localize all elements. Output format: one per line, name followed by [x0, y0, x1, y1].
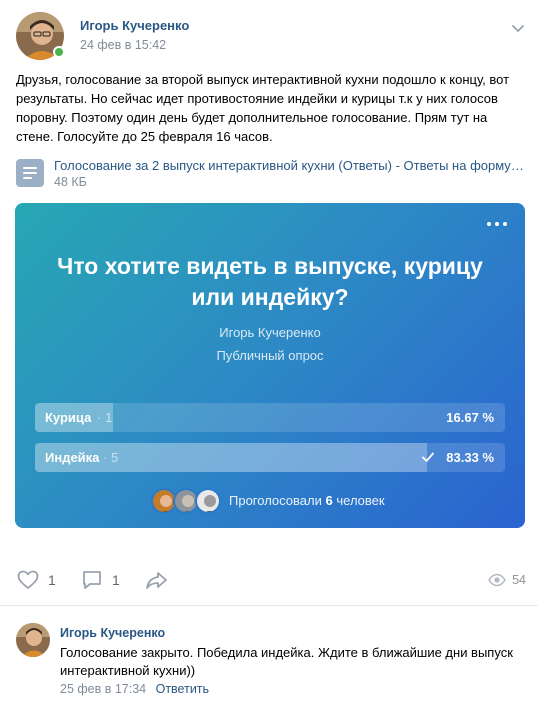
- comment-date[interactable]: 25 фев в 17:34: [60, 682, 146, 696]
- heart-icon: [17, 570, 39, 589]
- post-author-name[interactable]: Игорь Кучеренко: [80, 18, 189, 33]
- post-date[interactable]: 24 фев в 15:42: [80, 38, 166, 52]
- post-actions: 1 1 54: [16, 566, 526, 594]
- poll-type: Публичный опрос: [216, 348, 324, 363]
- document-size: 48 КБ: [54, 175, 87, 189]
- comment-meta: 25 фев в 17:34 Ответить: [60, 682, 209, 696]
- more-icon[interactable]: [485, 215, 509, 231]
- divider: [0, 605, 538, 606]
- poll-option-chicken[interactable]: Курица · 1 16.67 %: [35, 403, 505, 432]
- comment-icon: [83, 571, 101, 589]
- document-title[interactable]: Голосование за 2 выпуск интерактивной ку…: [54, 158, 526, 173]
- check-icon: [422, 452, 434, 462]
- poll-option-turkey[interactable]: Индейка · 5 83.33 %: [35, 443, 505, 472]
- voters-count: 6: [325, 493, 333, 508]
- poll-card: Что хотите видеть в выпуске, курицу или …: [15, 203, 525, 528]
- comments-count: 1: [112, 572, 120, 588]
- comment-text: Голосование закрыто. Победила индейка. Ж…: [60, 645, 513, 678]
- comment-author-avatar[interactable]: [16, 623, 50, 657]
- eye-icon: [488, 573, 506, 587]
- reply-button[interactable]: Ответить: [156, 682, 209, 696]
- share-button[interactable]: [144, 566, 170, 594]
- comment-item: Игорь Кучеренко Голосование закрыто. Поб…: [16, 623, 526, 698]
- comment-button[interactable]: 1: [80, 566, 120, 594]
- share-icon: [146, 572, 167, 589]
- like-button[interactable]: 1: [16, 566, 56, 594]
- views-count: 54: [512, 573, 526, 587]
- poll-option-count: · 5: [103, 450, 119, 465]
- poll-option-count: · 1: [97, 410, 113, 425]
- post-header: Игорь Кучеренко 24 фев в 15:42: [16, 12, 526, 62]
- poll-option-label: Индейка: [45, 450, 100, 465]
- poll-author[interactable]: Игорь Кучеренко: [15, 325, 525, 340]
- document-icon: [16, 159, 44, 187]
- poll-option-percent: 16.67 %: [446, 410, 494, 425]
- poll-option-label: Курица: [45, 410, 92, 425]
- document-attachment[interactable]: Голосование за 2 выпуск интерактивной ку…: [16, 157, 526, 189]
- comment-author-name[interactable]: Игорь Кучеренко: [60, 626, 165, 640]
- post-text: Друзья, голосование за второй выпуск инт…: [16, 72, 510, 144]
- likes-count: 1: [48, 572, 56, 588]
- poll-option-percent: 83.33 %: [446, 450, 494, 465]
- views-counter: 54: [488, 566, 526, 594]
- poll-question: Что хотите видеть в выпуске, курицу или …: [57, 253, 483, 310]
- online-indicator: [53, 46, 65, 58]
- chevron-down-icon[interactable]: [510, 20, 526, 36]
- voter-avatar: [195, 488, 221, 514]
- voters-count-text[interactable]: Проголосовали 6 человек: [229, 493, 385, 508]
